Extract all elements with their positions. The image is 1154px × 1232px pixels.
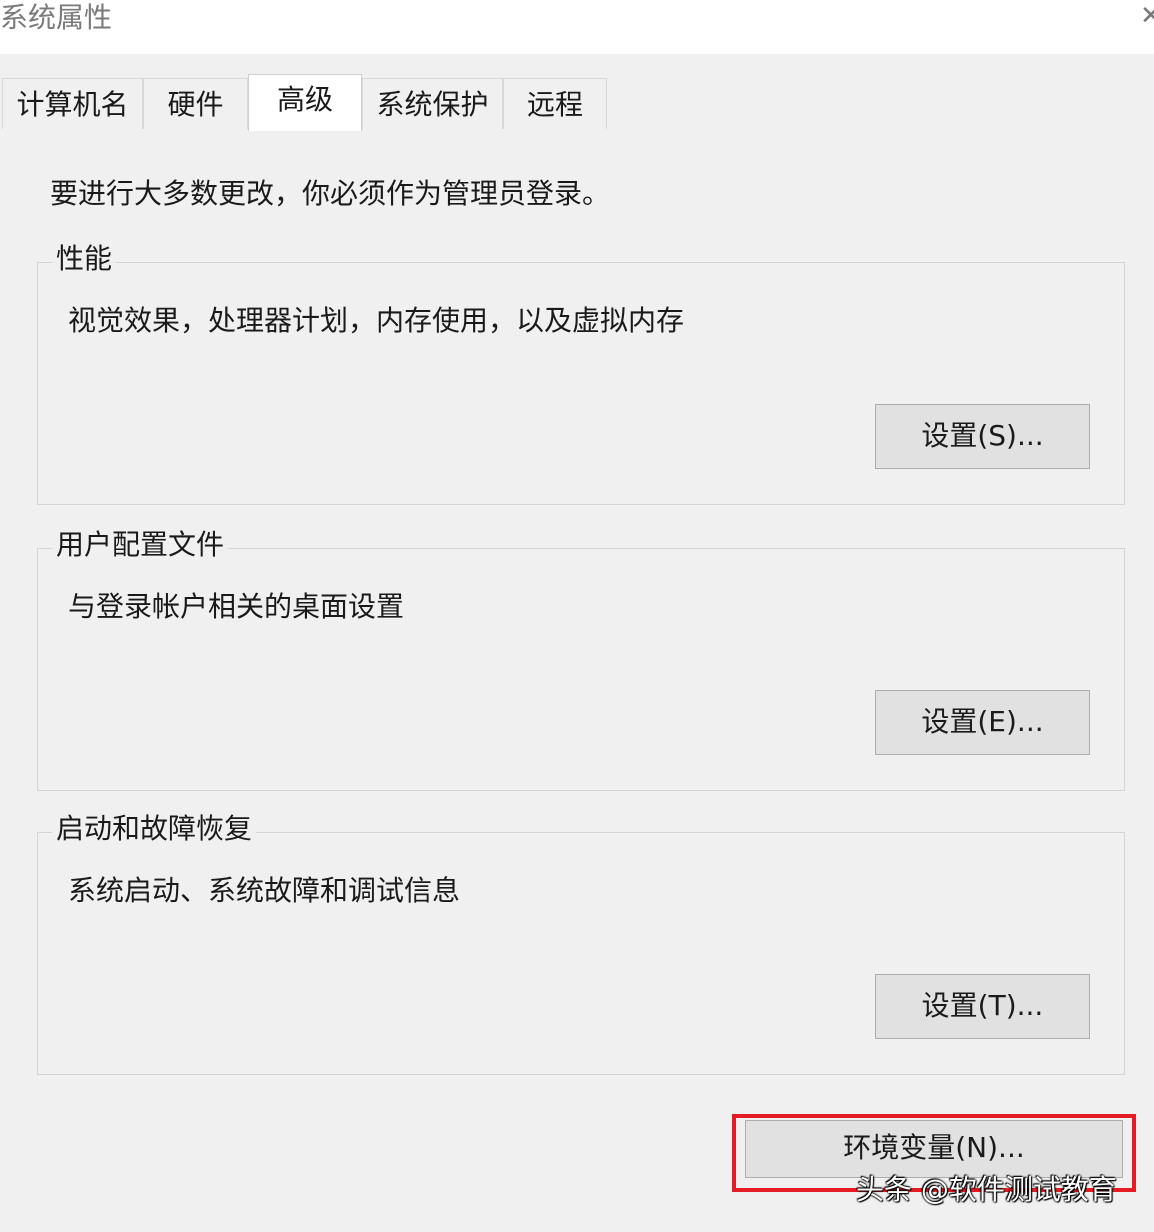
- admin-notice: 要进行大多数更改，你必须作为管理员登录。: [50, 177, 611, 210]
- performance-settings-button[interactable]: 设置(S)...: [875, 404, 1090, 469]
- watermark: 头条 @软件测试教育: [856, 1173, 1117, 1206]
- startup-recovery-group: 启动和故障恢复 系统启动、系统故障和调试信息 设置(T)...: [37, 811, 1125, 1075]
- tab-advanced[interactable]: 高级: [248, 74, 362, 131]
- performance-group: 性能 视觉效果，处理器计划，内存使用，以及虚拟内存 设置(S)...: [37, 241, 1125, 505]
- user-profiles-settings-button[interactable]: 设置(E)...: [875, 690, 1090, 755]
- close-icon[interactable]: ✕: [1140, 2, 1154, 30]
- user-profiles-description: 与登录帐户相关的桌面设置: [68, 590, 405, 623]
- tab-remote[interactable]: 远程: [503, 78, 607, 129]
- startup-recovery-settings-button[interactable]: 设置(T)...: [875, 974, 1090, 1039]
- user-profiles-group: 用户配置文件 与登录帐户相关的桌面设置 设置(E)...: [37, 527, 1125, 791]
- window-title: 系统属性: [0, 1, 113, 34]
- tab-system-protection[interactable]: 系统保护: [362, 78, 503, 129]
- user-profiles-legend: 用户配置文件: [52, 527, 229, 563]
- title-bar: 系统属性 ✕: [0, 0, 1154, 54]
- tab-strip: 计算机名 硬件 高级 系统保护 远程: [0, 54, 1154, 131]
- performance-legend: 性能: [52, 241, 117, 277]
- tab-hardware[interactable]: 硬件: [143, 78, 248, 129]
- startup-recovery-legend: 启动和故障恢复: [52, 811, 257, 847]
- performance-description: 视觉效果，处理器计划，内存使用，以及虚拟内存: [68, 304, 685, 337]
- tab-computer-name[interactable]: 计算机名: [2, 78, 143, 129]
- startup-recovery-description: 系统启动、系统故障和调试信息: [68, 874, 461, 907]
